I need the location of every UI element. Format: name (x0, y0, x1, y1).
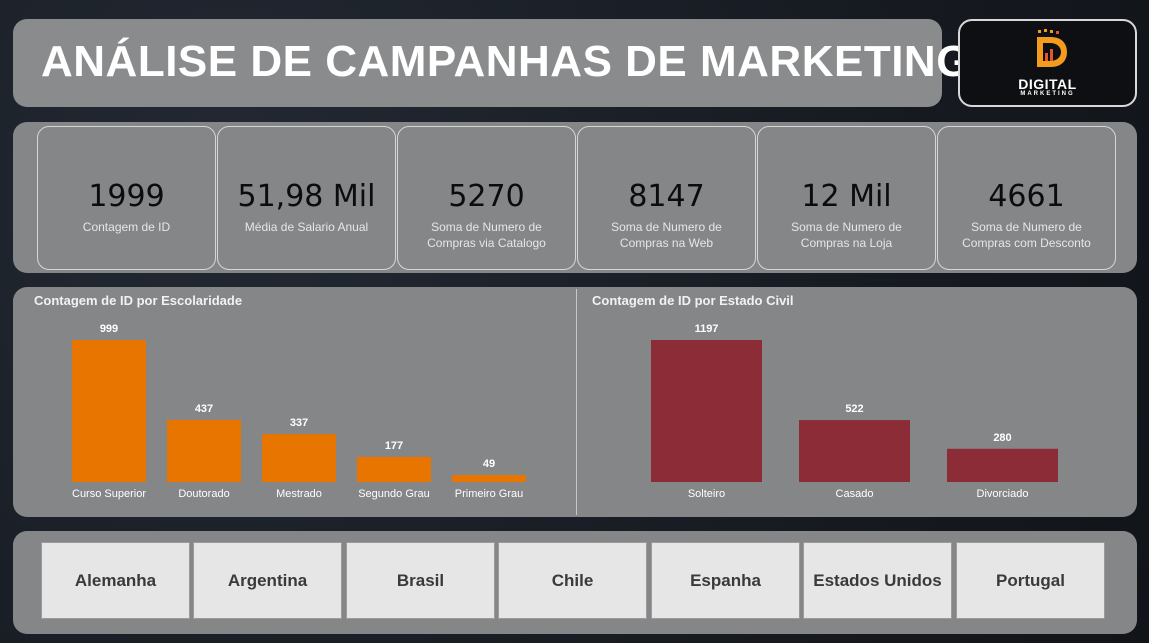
bar-value-label: 522 (845, 403, 863, 415)
bar-value-label: 280 (993, 432, 1011, 444)
kpi-value: 4661 (988, 179, 1065, 214)
bar-estado-civil-0[interactable] (651, 340, 762, 482)
logo-text: DIGITAL (1018, 76, 1077, 92)
title-banner: ANÁLISE DE CAMPANHAS DE MARKETING (13, 19, 970, 107)
country-button-argentina[interactable]: Argentina (193, 542, 342, 619)
kpi-card-store-purchases: 12 Mil Soma de Numero de Compras na Loja (757, 126, 936, 270)
country-button-alemanha[interactable]: Alemanha (41, 542, 190, 619)
digital-marketing-logo-icon (1037, 29, 1067, 67)
kpi-value: 8147 (628, 179, 705, 214)
logo: DIGITAL MARKETING (958, 19, 1137, 107)
bar-estado-civil-1[interactable] (799, 420, 910, 482)
country-button-estados-unidos[interactable]: Estados Unidos (803, 542, 952, 619)
kpi-label: Soma de Numero de Compras na Loja (791, 220, 902, 250)
category-label: Casado (836, 488, 874, 500)
country-button-espanha[interactable]: Espanha (651, 542, 800, 619)
bar-chart-estado-civil: 1197 Solteiro 522 Casado 280 Divorciado (651, 323, 1058, 500)
country-button-brasil[interactable]: Brasil (346, 542, 495, 619)
kpi-value: 1999 (88, 179, 165, 214)
kpi-label: Média de Salario Anual (244, 220, 369, 234)
kpi-card-discount-purchases: 4661 Soma de Numero de Compras com Desco… (937, 126, 1116, 270)
kpi-label: Soma de Numero de Compras na Web (611, 220, 722, 250)
category-label: Solteiro (688, 488, 725, 500)
charts-panel: Contagem de ID por Escolaridade Contagem… (13, 287, 1137, 517)
bar-value-label: 1197 (695, 323, 719, 335)
kpi-card-catalog-purchases: 5270 Soma de Numero de Compras via Catal… (397, 126, 576, 270)
kpi-value: 12 Mil (801, 179, 892, 214)
kpi-row: 1999 Contagem de ID 51,98 Mil Média de S… (13, 122, 1137, 273)
kpi-label: Contagem de ID (82, 220, 171, 234)
kpi-card-web-purchases: 8147 Soma de Numero de Compras na Web (577, 126, 756, 270)
country-filter: Alemanha Argentina Brasil Chile Espanha … (13, 531, 1137, 634)
kpi-value: 5270 (448, 179, 525, 214)
kpi-card-count-id: 1999 Contagem de ID (37, 126, 216, 270)
bar-estado-civil-2[interactable] (947, 448, 1058, 482)
kpi-label: Soma de Numero de Compras com Desconto (962, 220, 1091, 250)
country-button-chile[interactable]: Chile (498, 542, 647, 619)
kpi-card-avg-salary: 51,98 Mil Média de Salario Anual (217, 126, 396, 270)
kpi-value: 51,98 Mil (237, 179, 376, 214)
page-title: ANÁLISE DE CAMPANHAS DE MARKETING (41, 37, 971, 86)
kpi-label: Soma de Numero de Compras via Catalogo (427, 220, 546, 250)
logo-subtext: MARKETING (1020, 91, 1075, 97)
category-label: Divorciado (977, 488, 1029, 500)
country-button-portugal[interactable]: Portugal (956, 542, 1105, 619)
